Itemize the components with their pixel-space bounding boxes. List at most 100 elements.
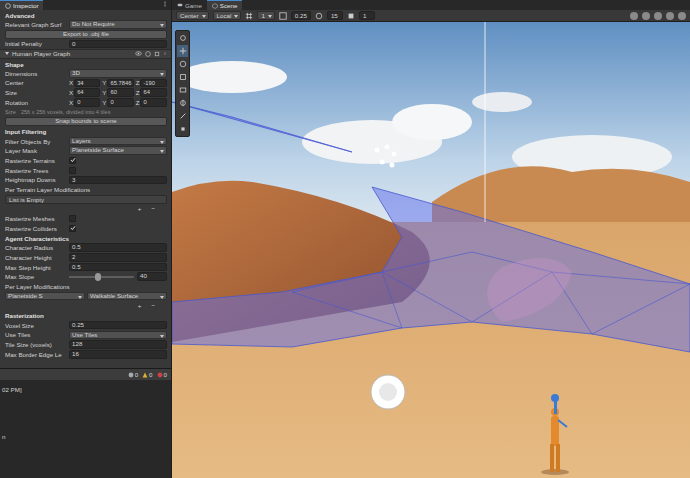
tool-button[interactable] (177, 84, 188, 96)
dropdown-row: Filter Objects ByLayers (0, 136, 171, 146)
number-field[interactable]: 0 (69, 40, 167, 49)
view-option-icon[interactable] (666, 12, 674, 20)
view-option-icon[interactable] (642, 12, 650, 20)
tool-button[interactable] (177, 58, 188, 70)
axis-value[interactable]: 64 (74, 88, 100, 97)
list-buttons: +− (5, 205, 167, 212)
vector-row: RotationX0Y0Z0 (0, 98, 171, 108)
slider-track[interactable] (69, 276, 134, 278)
scene-tab-bar: GameScene (172, 0, 690, 10)
pivot-dropdown[interactable]: Center (176, 11, 209, 20)
dropdown[interactable]: 3D (69, 69, 167, 78)
slider-fill (69, 276, 98, 278)
axis-label: X (69, 99, 73, 106)
field-row: Voxel Size0.25 (0, 320, 171, 330)
eye-icon (135, 50, 142, 57)
tool-button[interactable] (177, 97, 188, 109)
foldout-arrow-icon[interactable] (5, 52, 9, 55)
number-field[interactable]: 0.5 (69, 243, 167, 252)
axis-value[interactable]: 64 (140, 88, 167, 97)
view-option-icon[interactable] (678, 12, 686, 20)
tool-button[interactable] (177, 110, 188, 122)
tool-button[interactable] (177, 71, 188, 83)
scene-tab[interactable]: Game (172, 0, 207, 10)
transform-tool-icon (179, 99, 187, 107)
grid-icon (245, 12, 253, 20)
console-line[interactable]: 02 PM] (2, 386, 169, 393)
log-count[interactable]: 0 (157, 371, 167, 378)
action-button[interactable]: Snap bounds to scene (5, 117, 167, 126)
tool-button[interactable] (177, 45, 188, 57)
tool-button[interactable] (177, 123, 188, 135)
count-value: 0 (149, 371, 152, 378)
number-field[interactable]: 0.25 (69, 321, 167, 330)
console-line[interactable]: n (2, 433, 169, 440)
dropdown[interactable]: Planetside Surface (69, 146, 167, 155)
console-panel: 000 02 PM]n (0, 368, 171, 478)
number-field[interactable]: 128 (69, 340, 167, 349)
kebab-icon (162, 0, 168, 10)
dropdown[interactable]: Use Tiles (69, 331, 167, 340)
log-count[interactable]: 0 (128, 371, 138, 378)
slider-knob[interactable] (95, 273, 101, 281)
rotate-snap-field[interactable]: 15 (327, 11, 343, 20)
section-title: Rasterization (5, 312, 44, 319)
checkbox[interactable] (69, 225, 76, 232)
add-button[interactable]: + (136, 205, 144, 212)
vector-component: Z0 (136, 98, 167, 107)
space-dropdown[interactable]: Local (213, 11, 242, 20)
warning-icon (142, 372, 148, 378)
checkbox[interactable] (69, 157, 76, 164)
field-label: Character Radius (5, 244, 69, 251)
axis-value[interactable]: 60 (107, 88, 133, 97)
vector-row: SizeX64Y60Z64 (0, 88, 171, 98)
add-button[interactable]: + (136, 302, 144, 309)
axis-value[interactable]: 0 (74, 98, 100, 107)
label-row: Per Terrain Layer Modifications (0, 185, 171, 195)
vector-field: X64Y60Z64 (69, 88, 167, 97)
number-field[interactable]: 3 (69, 176, 167, 185)
move-tool-icon (179, 47, 187, 55)
custom-tool-icon (179, 125, 187, 133)
log-count[interactable]: 0 (142, 371, 152, 378)
console-lines: 02 PM] n (0, 380, 171, 446)
number-field[interactable]: 0.5 (69, 263, 167, 272)
inspector-rows: AdvancedRelevant Graph SurfDo Not Requir… (0, 10, 171, 368)
number-field[interactable]: 2 (69, 253, 167, 262)
scene-view[interactable] (172, 22, 690, 478)
field-label: Max Step Height (5, 264, 69, 271)
remove-button[interactable]: − (149, 302, 157, 309)
grid-dropdown[interactable]: 1 (257, 11, 274, 20)
remove-button[interactable]: − (149, 205, 157, 212)
axis-value[interactable]: 0 (140, 98, 167, 107)
slider-value[interactable]: 40 (137, 272, 167, 281)
dropdown[interactable]: Layers (69, 137, 167, 146)
scale-snap-field[interactable]: 1 (359, 11, 375, 20)
layer-dropdown[interactable]: Planetside S (5, 292, 85, 301)
info-text: 256 x 256 voxels, divided into 4 tiles (21, 109, 111, 115)
inspector-tab[interactable]: Inspector (0, 0, 43, 10)
view-option-icon[interactable] (654, 12, 662, 20)
axis-value[interactable]: 65.7846 (107, 79, 133, 88)
inspector-tab-bar: Inspector (0, 0, 171, 10)
view-option-icon[interactable] (630, 12, 638, 20)
move-snap-field[interactable]: 0.25 (291, 11, 311, 20)
action-button[interactable]: Export to .obj file (5, 30, 167, 39)
axis-label: Z (136, 89, 140, 96)
dropdown-row: Relevant Graph SurfDo Not Require (0, 20, 171, 30)
checkbox[interactable] (69, 167, 76, 174)
scene-tab[interactable]: Scene (207, 0, 243, 10)
checkbox[interactable] (69, 215, 76, 222)
surface-dropdown[interactable]: Walkable Surface (87, 292, 167, 301)
info-icon (5, 3, 11, 9)
axis-value[interactable]: 0 (107, 98, 133, 107)
axis-value[interactable]: -190 (140, 79, 167, 88)
checkbox-row: Rasterize Colliders (0, 223, 171, 233)
scale-tool-icon (179, 73, 187, 81)
dropdown[interactable]: Do Not Require (69, 20, 167, 29)
number-field[interactable]: 16 (69, 350, 167, 359)
vector-field: X0Y0Z0 (69, 98, 167, 107)
scene-render (172, 22, 690, 478)
axis-value[interactable]: 34 (74, 79, 100, 88)
tool-button[interactable] (177, 32, 188, 44)
